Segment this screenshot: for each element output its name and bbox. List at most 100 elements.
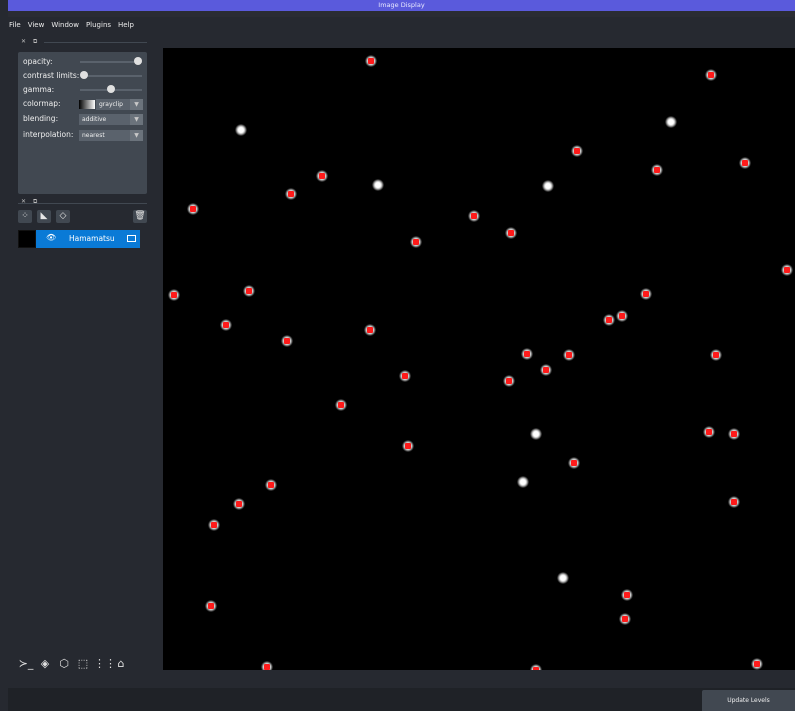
fluorescent-spot — [187, 203, 199, 215]
blending-value: additive — [82, 116, 107, 123]
fluorescent-spot — [261, 661, 273, 670]
menu-view[interactable]: View — [27, 21, 46, 35]
fluorescent-spot — [220, 319, 232, 331]
fluorescent-spot — [542, 180, 554, 192]
fluorescent-spot — [285, 188, 297, 200]
labels-icon: ◇ — [59, 211, 67, 221]
fluorescent-spot — [616, 310, 628, 322]
colormap-label: colormap: — [23, 99, 61, 108]
fluorescent-spot — [619, 613, 631, 625]
fluorescent-spot — [521, 348, 533, 360]
interpolation-label: interpolation: — [23, 130, 74, 139]
fluorescent-spot — [739, 157, 751, 169]
close-dock-icon[interactable]: ✕ — [21, 38, 26, 45]
title-bar-strip — [8, 11, 795, 17]
colormap-select[interactable]: grayclip ▼ — [96, 99, 143, 110]
fluorescent-spot — [530, 428, 542, 440]
footer-bar — [8, 688, 795, 711]
contrast-limits-slider[interactable] — [80, 75, 142, 77]
layer-selected-highlight[interactable]: 👁 Hamamatsu — [36, 230, 140, 248]
fluorescent-spot — [372, 179, 384, 191]
fluorescent-spot — [651, 164, 663, 176]
fluorescent-spot — [208, 519, 220, 531]
interpolation-value: nearest — [82, 132, 105, 139]
interpolation-select[interactable]: nearest ▼ — [79, 130, 143, 141]
fluorescent-spot — [503, 375, 515, 387]
fluorescent-spot — [335, 399, 347, 411]
colormap-swatch — [79, 100, 95, 109]
fluorescent-spot — [705, 69, 717, 81]
eye-icon[interactable]: 👁 — [46, 233, 56, 242]
dock-divider — [44, 42, 147, 43]
layer-thumbnail — [18, 230, 36, 248]
fluorescent-spot — [703, 426, 715, 438]
fluorescent-spot — [640, 288, 652, 300]
fluorescent-spot — [751, 658, 763, 670]
fluorescent-spot — [571, 145, 583, 157]
fluorescent-spot — [710, 349, 722, 361]
layer-list-item[interactable]: 👁 Hamamatsu — [18, 230, 140, 248]
fluorescent-spot — [410, 236, 422, 248]
new-shapes-layer-button[interactable]: ◣ — [37, 210, 51, 223]
gamma-label: gamma: — [23, 85, 55, 94]
fluorescent-spot — [505, 227, 517, 239]
fluorescent-spot — [621, 589, 633, 601]
contrast-limits-handle[interactable] — [80, 71, 88, 79]
fluorescent-spot — [568, 457, 580, 469]
chevron-down-icon: ▼ — [130, 130, 143, 141]
chevron-down-icon: ▼ — [130, 99, 143, 110]
fluorescent-spot — [265, 479, 277, 491]
fluorescent-spot — [316, 170, 328, 182]
fluorescent-spot — [728, 496, 740, 508]
menu-help[interactable]: Help — [117, 21, 135, 35]
fluorescent-spot — [781, 264, 793, 276]
fluorescent-spot — [728, 428, 740, 440]
image-layer-icon — [127, 235, 136, 242]
shapes-icon: ◣ — [40, 211, 48, 221]
blending-select[interactable]: additive ▼ — [79, 114, 143, 125]
new-labels-layer-button[interactable]: ◇ — [56, 210, 70, 223]
layer-dock-divider — [18, 203, 147, 204]
chevron-down-icon: ▼ — [130, 114, 143, 125]
gamma-slider-handle[interactable] — [107, 85, 115, 93]
blending-label: blending: — [23, 114, 59, 123]
fluorescent-spot — [243, 285, 255, 297]
colormap-value: grayclip — [99, 101, 123, 108]
menu-bar: File View Window Plugins Help — [8, 21, 135, 35]
fluorescent-spot — [540, 364, 552, 376]
fluorescent-spot — [281, 335, 293, 347]
points-icon: ⁘ — [21, 211, 29, 221]
window-title: Image Display — [378, 1, 425, 9]
fluorescent-spot — [364, 324, 376, 336]
fluorescent-spot — [399, 370, 411, 382]
contrast-limits-label: contrast limits: — [23, 71, 80, 80]
fluorescent-spot — [205, 600, 217, 612]
fluorescent-spot — [563, 349, 575, 361]
menu-window[interactable]: Window — [50, 21, 80, 35]
float-layer-dock-icon[interactable]: ⧉ — [33, 198, 37, 206]
fluorescent-spot — [665, 116, 677, 128]
layer-controls-panel: opacity: contrast limits: gamma: colorma… — [18, 52, 147, 194]
delete-layer-button[interactable]: 🗑 — [133, 210, 147, 223]
new-points-layer-button[interactable]: ⁘ — [18, 210, 32, 223]
image-canvas[interactable] — [163, 48, 795, 670]
fluorescent-spot — [402, 440, 414, 452]
opacity-label: opacity: — [23, 57, 53, 66]
fluorescent-spot — [603, 314, 615, 326]
fluorescent-spot — [365, 55, 377, 67]
opacity-slider-handle[interactable] — [134, 57, 142, 65]
fluorescent-spot — [557, 572, 569, 584]
window-title-bar: Image Display — [8, 0, 795, 17]
update-levels-button[interactable]: Update Levels — [702, 690, 795, 711]
fluorescent-spot — [168, 289, 180, 301]
fluorescent-spot — [235, 124, 247, 136]
float-dock-icon[interactable]: ⧉ — [33, 38, 37, 46]
opacity-slider[interactable] — [80, 61, 142, 63]
fluorescent-spot — [468, 210, 480, 222]
menu-plugins[interactable]: Plugins — [85, 21, 112, 35]
status-bar — [8, 670, 795, 688]
layer-name[interactable]: Hamamatsu — [69, 234, 115, 243]
trash-icon: 🗑 — [134, 211, 146, 221]
fluorescent-spot — [233, 498, 245, 510]
menu-file[interactable]: File — [8, 21, 22, 35]
